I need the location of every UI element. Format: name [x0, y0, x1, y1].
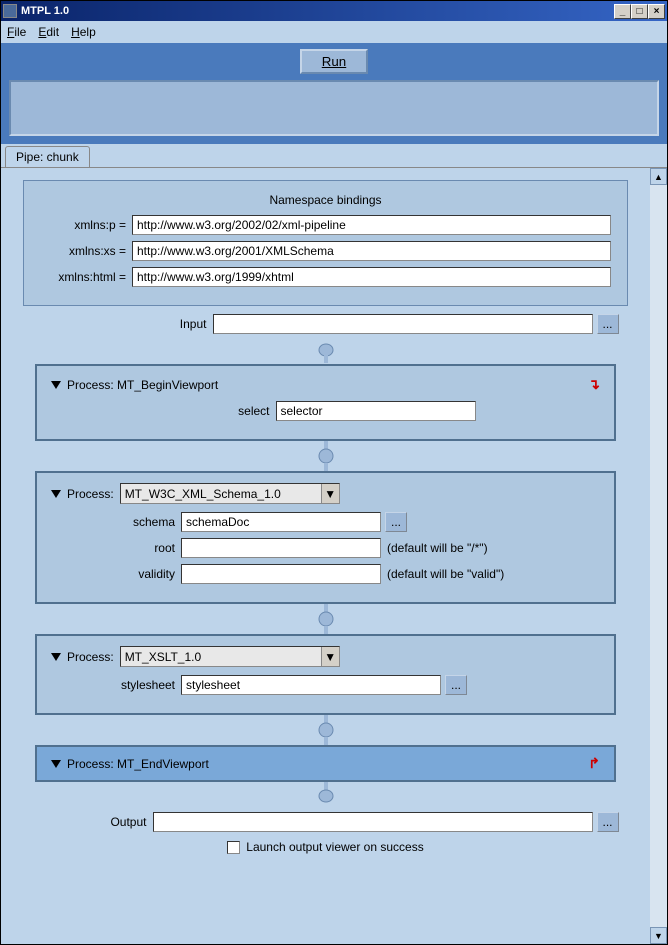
process2-validity-label: validity — [51, 567, 181, 581]
connector-icon — [15, 441, 636, 471]
vertical-scrollbar[interactable]: ▲ ▼ — [650, 168, 667, 944]
process-begin-viewport: Process: MT_BeginViewport ↴ select — [35, 364, 616, 441]
scroll-up-button[interactable]: ▲ — [650, 168, 667, 185]
process1-select-label: select — [176, 404, 276, 418]
process2-root-label: root — [51, 541, 181, 555]
close-button[interactable]: × — [648, 4, 665, 19]
enter-viewport-icon: ↴ — [588, 376, 600, 393]
ns-label-p: xmlns:p = — [40, 218, 132, 232]
input-browse-button[interactable]: ... — [597, 314, 619, 334]
process1-select-input[interactable] — [276, 401, 476, 421]
maximize-button[interactable]: □ — [631, 4, 648, 19]
namespace-title: Namespace bindings — [40, 193, 611, 207]
output-console — [9, 80, 659, 136]
connector-icon — [15, 604, 636, 634]
namespace-fieldset: Namespace bindings xmlns:p = xmlns:xs = … — [23, 180, 628, 306]
window-title: MTPL 1.0 — [21, 5, 69, 17]
process2-selected: MT_W3C_XML_Schema_1.0 — [125, 487, 281, 501]
menu-file[interactable]: File — [7, 25, 26, 39]
ns-label-html: xmlns:html = — [40, 270, 132, 284]
process2-schema-input[interactable] — [181, 512, 381, 532]
ns-input-p[interactable] — [132, 215, 611, 235]
app-icon — [3, 4, 17, 18]
collapse-toggle-icon[interactable] — [51, 653, 61, 661]
content-area: Namespace bindings xmlns:p = xmlns:xs = … — [1, 167, 667, 944]
connector-icon — [15, 715, 636, 745]
exit-viewport-icon: ↱ — [588, 755, 600, 772]
output-field[interactable] — [153, 812, 593, 832]
tabs-row: Pipe: chunk — [1, 144, 667, 167]
process3-selected: MT_XSLT_1.0 — [125, 650, 201, 664]
tab-pipe-chunk[interactable]: Pipe: chunk — [5, 146, 90, 167]
run-button[interactable]: Run — [300, 49, 368, 74]
menubar: File Edit Help — [1, 21, 667, 43]
process2-header-label: Process: — [67, 487, 114, 501]
input-field[interactable] — [213, 314, 593, 334]
ns-input-html[interactable] — [132, 267, 611, 287]
process2-validity-hint: (default will be "valid") — [387, 567, 504, 581]
minimize-button[interactable]: _ — [614, 4, 631, 19]
process3-stylesheet-input[interactable] — [181, 675, 441, 695]
process2-type-select[interactable]: MT_W3C_XML_Schema_1.0 ▼ — [120, 483, 340, 504]
chevron-down-icon: ▼ — [321, 484, 339, 503]
scroll-down-button[interactable]: ▼ — [650, 927, 667, 944]
titlebar: MTPL 1.0 _ □ × — [1, 1, 667, 21]
process2-validity-input[interactable] — [181, 564, 381, 584]
process2-schema-browse-button[interactable]: ... — [385, 512, 407, 532]
process-end-viewport: Process: MT_EndViewport ↱ — [35, 745, 616, 782]
process3-stylesheet-label: stylesheet — [51, 678, 181, 692]
ns-input-xs[interactable] — [132, 241, 611, 261]
process3-header-label: Process: — [67, 650, 114, 664]
process3-type-select[interactable]: MT_XSLT_1.0 ▼ — [120, 646, 340, 667]
collapse-toggle-icon[interactable] — [51, 490, 61, 498]
process3-stylesheet-browse-button[interactable]: ... — [445, 675, 467, 695]
launch-viewer-label: Launch output viewer on success — [246, 840, 423, 854]
launch-viewer-row: Launch output viewer on success — [15, 840, 636, 854]
connector-icon — [15, 782, 636, 804]
menu-edit[interactable]: Edit — [38, 25, 59, 39]
output-label: Output — [33, 815, 153, 829]
app-window: MTPL 1.0 _ □ × File Edit Help Run Pipe: … — [0, 0, 668, 945]
output-row: Output ... — [15, 812, 636, 832]
collapse-toggle-icon[interactable] — [51, 381, 61, 389]
ns-label-xs: xmlns:xs = — [40, 244, 132, 258]
process4-title: Process: MT_EndViewport — [67, 757, 209, 771]
chevron-down-icon: ▼ — [321, 647, 339, 666]
toolbar-area: Run — [1, 43, 667, 144]
process1-title: Process: MT_BeginViewport — [67, 378, 218, 392]
input-label: Input — [33, 317, 213, 331]
connector-icon — [15, 342, 636, 364]
process2-root-hint: (default will be "/*") — [387, 541, 488, 555]
input-row: Input ... — [15, 314, 636, 334]
output-browse-button[interactable]: ... — [597, 812, 619, 832]
process2-root-input[interactable] — [181, 538, 381, 558]
process-schema: Process: MT_W3C_XML_Schema_1.0 ▼ schema … — [35, 471, 616, 604]
scroll-track[interactable] — [650, 185, 667, 927]
launch-viewer-checkbox[interactable] — [227, 841, 240, 854]
process2-schema-label: schema — [51, 515, 181, 529]
menu-help[interactable]: Help — [71, 25, 96, 39]
collapse-toggle-icon[interactable] — [51, 760, 61, 768]
process-xslt: Process: MT_XSLT_1.0 ▼ stylesheet ... — [35, 634, 616, 715]
